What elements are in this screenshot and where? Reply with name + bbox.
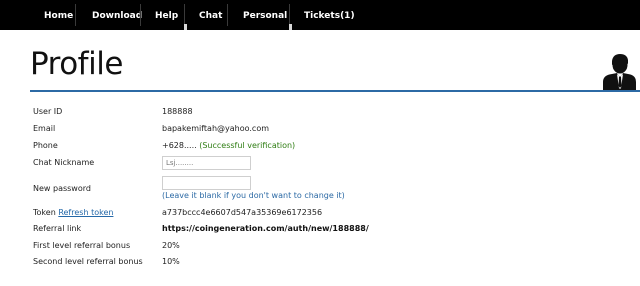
nav-divider: [75, 4, 76, 26]
nav-indicator: [184, 24, 187, 30]
nav-download[interactable]: Download: [92, 0, 142, 30]
nav-chat[interactable]: Chat: [199, 0, 222, 30]
second-level-bonus-label: Second level referral bonus: [33, 257, 143, 266]
user-id-label: User ID: [33, 107, 63, 116]
token-label: Token: [33, 208, 56, 217]
nav-divider: [184, 4, 185, 26]
nav-tickets[interactable]: Tickets(1): [304, 0, 355, 30]
email-value: bapakemiftah@yahoo.com: [162, 124, 270, 133]
nav-personal[interactable]: Personal: [243, 0, 287, 30]
nav-divider: [140, 4, 141, 26]
nav-divider: [227, 4, 228, 26]
token-value: a737bccc4e6607d547a35369e6172356: [162, 208, 323, 217]
referral-link-value[interactable]: https://coingeneration.com/auth/new/1888…: [162, 224, 369, 233]
second-level-bonus-value: 10%: [162, 257, 180, 266]
refresh-token-link[interactable]: Refresh token: [58, 208, 113, 217]
title-divider: [30, 90, 640, 92]
first-level-bonus-value: 20%: [162, 241, 180, 250]
password-hint: (Leave it blank if you don't want to cha…: [162, 191, 345, 200]
referral-link-label: Referral link: [33, 224, 82, 233]
page-title: Profile: [30, 46, 123, 82]
phone-verification-status: (Successful verification): [199, 141, 296, 150]
phone-value: +628.....: [162, 141, 197, 150]
businessman-icon: [603, 54, 636, 90]
phone-row: +628..... (Successful verification): [162, 141, 295, 150]
token-row: Token Refresh token: [33, 208, 113, 217]
nav-home[interactable]: Home: [44, 0, 73, 30]
first-level-bonus-label: First level referral bonus: [33, 241, 131, 250]
nav-indicator: [289, 24, 292, 30]
nav-help[interactable]: Help: [155, 0, 178, 30]
nickname-label: Chat Nickname: [33, 158, 95, 167]
top-navigation: Home Download Help Chat Personal Tickets…: [0, 0, 640, 30]
new-password-label: New password: [33, 184, 91, 193]
nav-divider: [289, 4, 290, 26]
phone-label: Phone: [33, 141, 58, 150]
user-id-value: 188888: [162, 107, 193, 116]
nickname-input[interactable]: Lsj........: [162, 156, 251, 170]
email-label: Email: [33, 124, 56, 133]
new-password-input[interactable]: [162, 176, 251, 190]
